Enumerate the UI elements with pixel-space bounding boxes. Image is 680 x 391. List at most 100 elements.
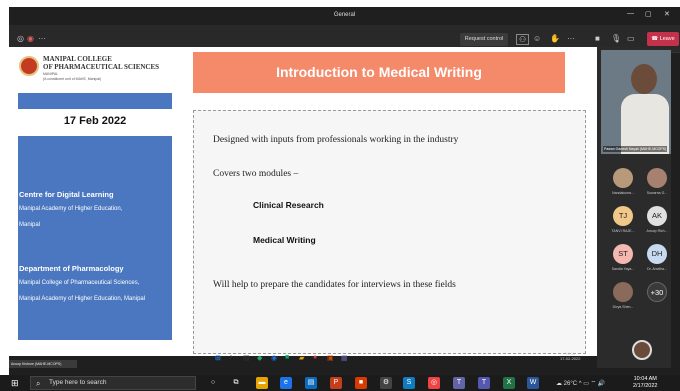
left-heading-cdl: Centre for Digital Learning	[19, 190, 114, 199]
taskbar-date: 2/17/2022	[633, 383, 658, 389]
slide-date: 17 Feb 2022	[18, 109, 172, 134]
participant-name: Anoop Rich...	[646, 229, 668, 233]
office-icon[interactable]: ■	[355, 377, 367, 389]
search-placeholder: Type here to search	[49, 379, 107, 386]
participant-name: TANVI RAJE...	[611, 229, 635, 233]
leave-button[interactable]: ☎ Leave	[647, 32, 679, 46]
inner-clock: 10:11 17-02-2022	[560, 351, 580, 361]
teams-meeting-icon[interactable]: T	[478, 377, 490, 389]
start-icon[interactable]: ⊞	[11, 378, 19, 389]
ppt-icon[interactable]: ▣	[327, 354, 334, 362]
left-text-4: Manipal Academy of Higher Education, Man…	[19, 296, 146, 302]
raise-hand-icon[interactable]: ✋	[550, 34, 560, 43]
module-2: Medical Writing	[253, 235, 316, 245]
participant-tile[interactable]: Nandakuma...	[606, 168, 640, 200]
maximize-icon[interactable]: ▢	[645, 10, 652, 18]
participant-tile[interactable]: Divya Shen...	[606, 282, 640, 314]
taskbar-clock[interactable]: 10:04 AM 2/17/2022	[633, 376, 657, 390]
teams-icon[interactable]: T	[453, 377, 465, 389]
shared-slide: MANIPAL COLLEGE OF PHARMACEUTICAL SCIENC…	[9, 47, 597, 356]
participant-tile[interactable]: TJ TANVI RAJE...	[606, 206, 640, 238]
task-view-icon[interactable]: ▤	[243, 354, 250, 362]
chrome-icon[interactable]: ◎	[428, 377, 440, 389]
store-icon[interactable]: ■	[285, 354, 289, 361]
bullet-1: Designed with inputs from professionals …	[213, 135, 459, 145]
presenter-name: Pawan Ganesh Nayak (MAHE-MCOPS)	[603, 146, 668, 152]
slide-title: Introduction to Medical Writing	[193, 52, 565, 93]
people-icon[interactable]: ⚇	[516, 34, 530, 45]
tray-icons[interactable]: ^ ▭ ⌔ 🔊	[577, 381, 606, 387]
presenter-body	[621, 94, 669, 154]
shield-icon: ◎	[17, 34, 24, 43]
logo-line3: MANIPAL	[43, 72, 59, 76]
participant-tile[interactable]: AK Anoop Rich...	[640, 206, 674, 238]
edge-icon[interactable]: e	[280, 377, 292, 389]
avatar: +30	[647, 282, 667, 302]
search-icon[interactable]: ⌕	[229, 354, 233, 362]
screen: General — ▢ ✕ ◎ ◉ ··· Request control ⚇ …	[0, 0, 680, 391]
avatar: DH	[647, 244, 667, 264]
temperature: 26°C	[563, 381, 578, 387]
avatar	[613, 282, 633, 302]
leave-label: Leave	[659, 36, 675, 42]
search-icon: ⌕	[36, 379, 41, 388]
inner-taskbar: ⊞ ⌕ ▤ ◆ ◉ ■ ▰ ● ▣ ▦	[207, 350, 600, 368]
minimize-icon[interactable]: —	[627, 10, 634, 17]
cortana-icon[interactable]: ○	[207, 377, 219, 389]
participant-tile[interactable]: ST Sandia Yaya...	[606, 244, 640, 276]
chrome-icon[interactable]: ●	[313, 354, 317, 361]
left-info-panel: Centre for Digital Learning Manipal Acad…	[18, 136, 172, 340]
blue-header-block	[18, 93, 172, 109]
taskbar-search[interactable]: ⌕ Type here to search	[30, 376, 196, 390]
left-text-2: Manipal	[19, 222, 41, 228]
left-text-1: Manipal Academy of Higher Education,	[19, 206, 123, 212]
camera-icon[interactable]: ■	[595, 34, 600, 43]
weather-icon: ☁	[556, 381, 564, 387]
close-icon[interactable]: ✕	[664, 10, 670, 18]
participant-tile[interactable]: Suwarna G...	[640, 168, 674, 200]
file-explorer-icon[interactable]: ▬	[256, 377, 268, 389]
college-logo: MANIPAL COLLEGE OF PHARMACEUTICAL SCIENC…	[19, 53, 189, 89]
logo-line1: MANIPAL COLLEGE	[43, 55, 112, 63]
avatar[interactable]	[632, 340, 652, 360]
presenter-head	[631, 64, 657, 94]
chat-icon[interactable]: ☺	[533, 34, 541, 43]
folder-icon[interactable]: ▰	[299, 354, 304, 362]
logo-line4: (A constituent unit of MAHE, Manipal)	[43, 77, 102, 81]
powerpoint-icon[interactable]: P	[330, 377, 342, 389]
settings-icon[interactable]: ⚙	[380, 377, 392, 389]
more-icon[interactable]: ···	[38, 34, 46, 43]
participant-name: Sandia Yaya...	[611, 267, 635, 271]
teams-icon[interactable]: ▦	[341, 354, 348, 362]
left-heading-pharma: Department of Pharmacology	[19, 264, 124, 273]
outlook-icon[interactable]: ▤	[305, 377, 317, 389]
share-icon[interactable]: ▭	[627, 34, 635, 43]
task-view-icon[interactable]: ⧉	[230, 377, 242, 389]
speaker-name-badge: Anoop Kishore (MAHE-MCOPS)	[9, 360, 77, 368]
request-control-button[interactable]: Request control	[460, 33, 508, 46]
windows-icon[interactable]: ⊞	[215, 354, 221, 362]
inner-date: 17-02-2022	[560, 356, 581, 361]
presenter-video[interactable]: Pawan Ganesh Nayak (MAHE-MCOPS)	[601, 50, 671, 154]
word-icon[interactable]: W	[527, 377, 539, 389]
app-icon[interactable]: ◆	[257, 354, 262, 362]
taskbar-time: 10:04 AM	[633, 376, 657, 382]
skype-icon[interactable]: S	[403, 377, 415, 389]
phone-icon: ☎	[651, 36, 660, 42]
avatar: TJ	[613, 206, 633, 226]
participant-tile[interactable]: DH Dr. Anvitha...	[640, 244, 674, 276]
participant-tile[interactable]: +30	[640, 282, 674, 314]
edge-icon[interactable]: ◉	[271, 354, 277, 362]
avatar	[613, 168, 633, 188]
avatar	[647, 168, 667, 188]
logo-line2: OF PHARMACEUTICAL SCIENCES	[43, 63, 160, 71]
system-tray: ☁ 26°C ^ ▭ ⌔ 🔊	[556, 379, 605, 387]
module-1: Clinical Research	[253, 200, 324, 210]
mic-icon[interactable]: 🎙	[611, 34, 621, 43]
more-options-icon[interactable]: ···	[567, 34, 575, 43]
participants-panel: Pawan Ganesh Nayak (MAHE-MCOPS) Nandakum…	[597, 47, 671, 368]
participant-name: Dr. Anvitha...	[647, 267, 667, 271]
windows-taskbar: ⊞ ⌕ Type here to search ○ ⧉ ▬ e ▤ P ■ ⚙ …	[0, 375, 680, 391]
title-bar: General — ▢ ✕	[9, 7, 680, 25]
excel-icon[interactable]: X	[503, 377, 515, 389]
